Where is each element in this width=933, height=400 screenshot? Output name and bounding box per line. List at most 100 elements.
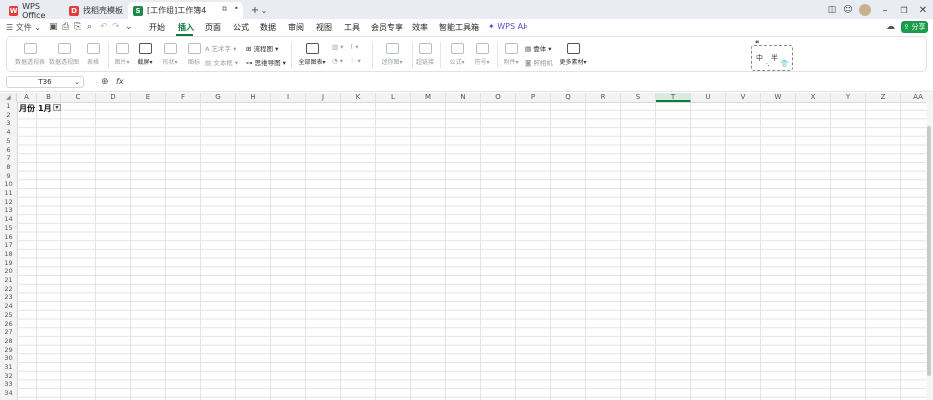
row-header-20[interactable]: 20 [0, 267, 17, 276]
export-pdf-icon[interactable]: ⎙ [62, 22, 69, 32]
zoom-search-icon[interactable]: ⊕ [101, 77, 109, 87]
row-header-11[interactable]: 11 [0, 189, 17, 198]
row-header-2[interactable]: 2 [0, 111, 17, 120]
name-box[interactable]: T36 ⌄ [6, 76, 84, 88]
column-header-S[interactable]: S [621, 93, 656, 102]
chevron-down-icon[interactable]: ⌄ [257, 3, 271, 17]
vertical-scroll-thumb[interactable] [927, 126, 931, 376]
avatar[interactable] [859, 4, 871, 16]
ime-toolbar[interactable]: ❝ 中 半 ·, 👕 [751, 39, 793, 71]
column-header-F[interactable]: F [166, 93, 201, 102]
row-header-19[interactable]: 19 [0, 259, 17, 268]
menu-smart-toolbox[interactable]: 智能工具箱 [439, 22, 479, 33]
select-all-corner[interactable]: ◢ [0, 93, 17, 102]
art-text-button[interactable]: A 艺术字 ▾ [205, 43, 236, 53]
redo-icon[interactable]: ↷ [112, 22, 120, 32]
menu-file[interactable]: ☰ 文件 ⌄ [6, 22, 41, 33]
icon-button[interactable]: 图标 [185, 43, 203, 66]
search-icon[interactable]: ⌕ [523, 22, 528, 32]
menu-tools[interactable]: 工具 [344, 22, 360, 33]
row-header-18[interactable]: 18 [0, 250, 17, 259]
row-header-23[interactable]: 23 [0, 293, 17, 302]
column-header-B[interactable]: B [37, 93, 61, 102]
column-header-M[interactable]: M [411, 93, 446, 102]
row-header-7[interactable]: 7 [0, 154, 17, 163]
column-header-L[interactable]: L [376, 93, 411, 102]
menu-efficiency[interactable]: 效率 [412, 22, 428, 33]
column-header-R[interactable]: R [586, 93, 621, 102]
menu-home[interactable]: 开始 [149, 22, 165, 33]
column-header-T[interactable]: T [656, 93, 691, 102]
print-icon[interactable]: ⎘ [74, 22, 81, 32]
column-header-A[interactable]: A [17, 93, 37, 102]
row-header-10[interactable]: 10 [0, 180, 17, 189]
column-header-Y[interactable]: Y [831, 93, 866, 102]
bar-chart-icon[interactable]: ▥ ▾ [332, 43, 343, 51]
close-tab-icon[interactable]: • [234, 4, 239, 13]
pivot-table-button[interactable]: 数据透视表 [15, 43, 45, 66]
fx-icon[interactable]: fx [116, 77, 124, 86]
line-chart-icon[interactable]: ⌇ ▾ [350, 43, 359, 51]
cloud-sync-icon[interactable]: ☁ [886, 22, 895, 32]
column-header-K[interactable]: K [341, 93, 376, 102]
hyperlink-button[interactable]: 超链接 [415, 43, 435, 66]
layout-icon[interactable]: ◫ [825, 3, 839, 17]
column-header-J[interactable]: J [306, 93, 341, 102]
table-button[interactable]: 表格 [84, 43, 102, 66]
row-header-24[interactable]: 24 [0, 302, 17, 311]
row-header-28[interactable]: 28 [0, 337, 17, 346]
undo-icon[interactable]: ↶ [100, 22, 108, 32]
row-header-21[interactable]: 21 [0, 276, 17, 285]
column-header-U[interactable]: U [691, 93, 726, 102]
row-header-1[interactable]: 1 [0, 102, 17, 111]
formula-button[interactable]: 公式▾ [447, 43, 467, 66]
row-header-27[interactable]: 27 [0, 328, 17, 337]
row-header-13[interactable]: 13 [0, 206, 17, 215]
row-header-17[interactable]: 17 [0, 241, 17, 250]
row-header-9[interactable]: 9 [0, 172, 17, 181]
symbol-button[interactable]: 符号▾ [472, 43, 492, 66]
minimize-icon[interactable]: – [878, 3, 892, 17]
more-material-button[interactable]: 更多素材▾ [557, 43, 589, 66]
column-header-X[interactable]: X [796, 93, 831, 102]
column-header-W[interactable]: W [761, 93, 796, 102]
row-header-33[interactable]: 33 [0, 380, 17, 389]
cell-grid[interactable] [17, 102, 926, 400]
column-header-N[interactable]: N [446, 93, 481, 102]
row-header-29[interactable]: 29 [0, 346, 17, 355]
row-header-5[interactable]: 5 [0, 137, 17, 146]
cell-A1[interactable]: 月份 [19, 103, 35, 114]
column-header-O[interactable]: O [481, 93, 516, 102]
row-header-25[interactable]: 25 [0, 311, 17, 320]
scatter-chart-icon[interactable]: ⁘ ▾ [350, 57, 361, 65]
share-button[interactable]: ⇪ 分享 [901, 21, 928, 33]
all-charts-button[interactable]: 全部图表▾ [297, 43, 327, 66]
row-header-34[interactable]: 34 [0, 389, 17, 398]
row-header-14[interactable]: 14 [0, 215, 17, 224]
quick-access-chevron-icon[interactable]: ⌄ [125, 22, 133, 32]
column-header-Q[interactable]: Q [551, 93, 586, 102]
column-header-H[interactable]: H [236, 93, 271, 102]
column-header-I[interactable]: I [271, 93, 306, 102]
tab-workbook[interactable]: S [工作组]工作簿4 ⧉ • [128, 2, 243, 19]
row-header-15[interactable]: 15 [0, 224, 17, 233]
image-button[interactable]: 图片▾ [113, 43, 131, 66]
row-header-4[interactable]: 4 [0, 128, 17, 137]
column-header-G[interactable]: G [201, 93, 236, 102]
row-header-16[interactable]: 16 [0, 233, 17, 242]
sparkline-button[interactable]: 迷你图▾ [379, 43, 405, 66]
ime-punct-icon[interactable]: ·, [766, 61, 770, 68]
attachment-button[interactable]: 附件▾ [501, 43, 521, 66]
ime-chinese-mode[interactable]: 中 [756, 53, 763, 63]
menu-review[interactable]: 审阅 [288, 22, 304, 33]
text-box-button[interactable]: ▤ 文本框 ▾ [205, 57, 238, 67]
screenshot-button[interactable]: 截屏▾ [136, 43, 154, 66]
save-icon[interactable]: ▣ [49, 22, 58, 32]
column-header-D[interactable]: D [96, 93, 131, 102]
column-header-E[interactable]: E [131, 93, 166, 102]
camera-button[interactable]: ◙ 照相机 [525, 57, 553, 67]
menu-data[interactable]: 数据 [260, 22, 276, 33]
ime-half-width[interactable]: 半 [771, 53, 778, 63]
pin-icon[interactable]: ⧉ [222, 5, 227, 14]
row-header-8[interactable]: 8 [0, 163, 17, 172]
